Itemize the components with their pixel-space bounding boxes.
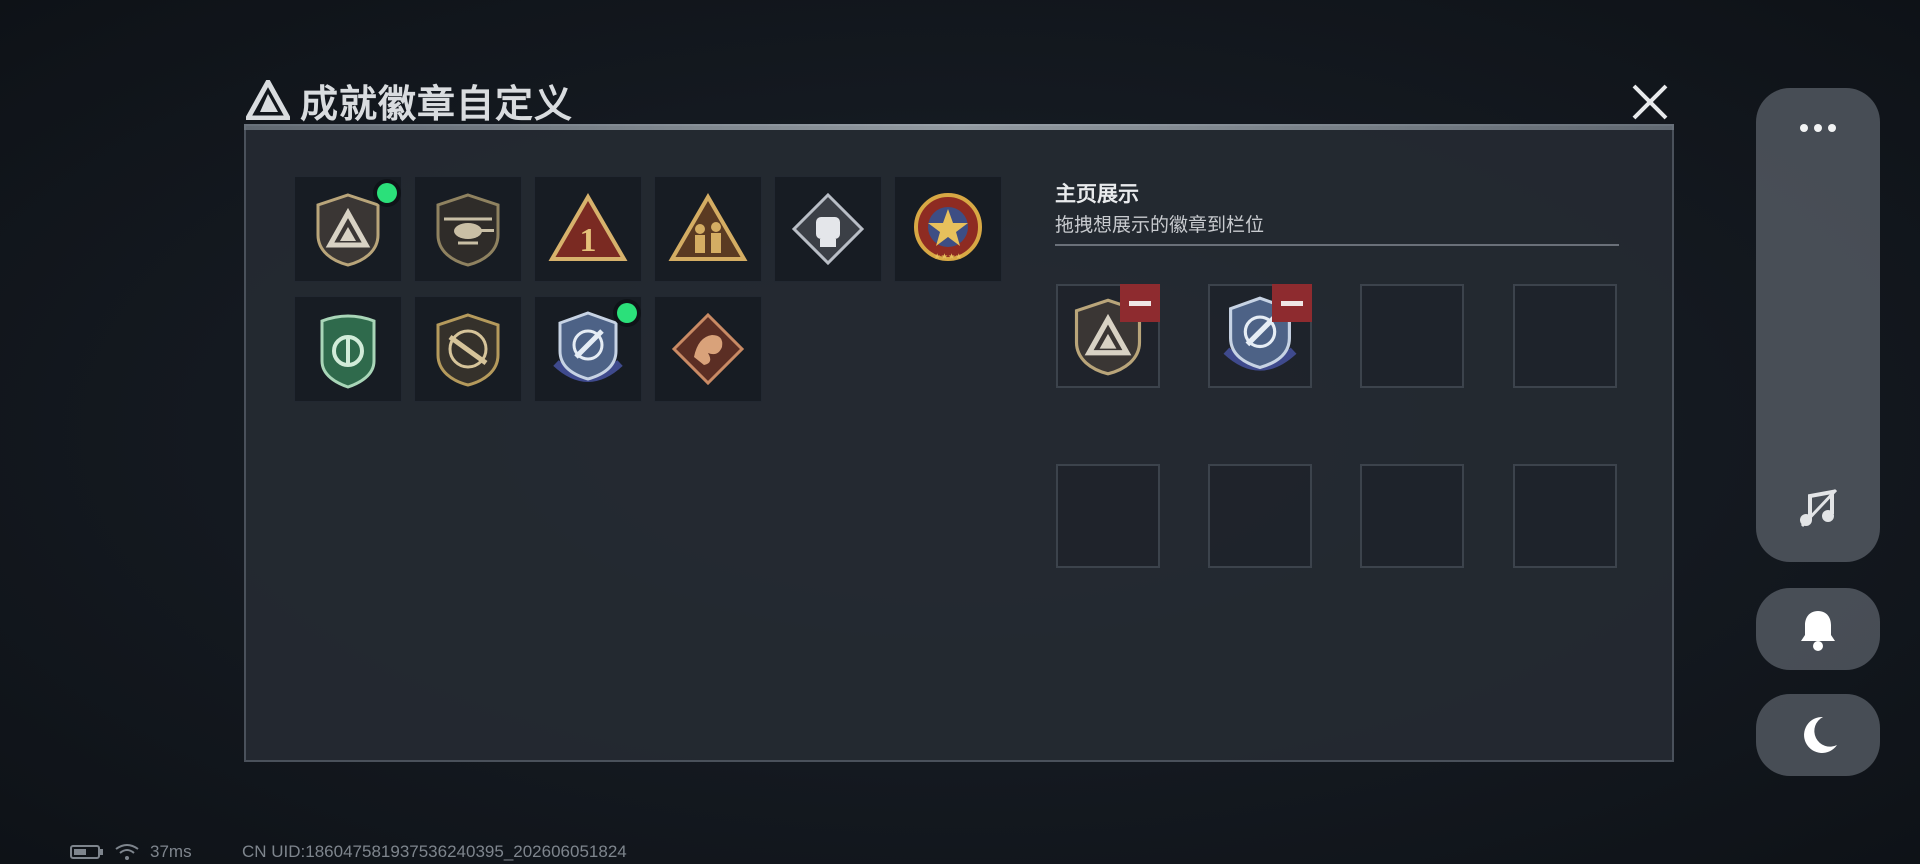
helicopter-badge-icon <box>436 193 500 267</box>
dragon-diamond-badge-icon <box>671 312 745 386</box>
display-slot-8[interactable] <box>1513 464 1617 568</box>
status-bar: 37ms CN UID:1860475819375362403​95_20260… <box>70 842 627 862</box>
music-off-icon[interactable] <box>1796 486 1840 530</box>
display-slot-5[interactable] <box>1056 464 1160 568</box>
badge-cell-9[interactable] <box>534 296 642 402</box>
homepage-divider <box>1055 244 1619 246</box>
display-slot-1[interactable] <box>1056 284 1160 388</box>
badge-cell-6[interactable]: ★★★★ <box>894 176 1002 282</box>
homepage-title: 主页展示 <box>1055 183 1139 206</box>
minus-icon <box>1281 300 1303 306</box>
badge-cell-1[interactable] <box>294 176 402 282</box>
wifi-icon <box>115 844 139 860</box>
homepage-subtitle: 拖拽想展示的徽章到栏位 <box>1055 215 1265 236</box>
triangle-shield-badge-icon <box>316 193 380 267</box>
close-icon[interactable] <box>1628 80 1672 124</box>
uid-text: CN UID:1860475819375362403​95_2026060518… <box>242 842 627 861</box>
minus-icon <box>1129 300 1151 306</box>
ping-text: 37ms <box>150 842 192 861</box>
display-slot-7[interactable] <box>1360 464 1464 568</box>
badge-cell-4[interactable] <box>654 176 762 282</box>
badge-cell-7[interactable] <box>294 296 402 402</box>
star-medal-badge-icon: ★★★★ <box>914 193 982 261</box>
remove-badge-button[interactable] <box>1272 284 1312 322</box>
svg-text:1: 1 <box>580 222 597 259</box>
badge-cell-10[interactable] <box>654 296 762 402</box>
crosshair-shield-badge-icon <box>553 311 623 382</box>
equipped-indicator <box>617 303 637 323</box>
equipped-indicator <box>377 183 397 203</box>
green-shield-badge-icon <box>320 314 376 389</box>
display-slot-4[interactable] <box>1513 284 1617 388</box>
display-slot-2[interactable] <box>1208 284 1312 388</box>
soldiers-triangle-badge-icon <box>668 193 748 261</box>
number-one-triangle-badge-icon: 1 <box>548 193 628 261</box>
panel-divider <box>244 124 1674 130</box>
title-text: 成就徽章自定义 <box>300 83 574 126</box>
notification-button[interactable] <box>1756 588 1880 670</box>
display-slot-3[interactable] <box>1360 284 1464 388</box>
badge-cell-3[interactable]: 1 <box>534 176 642 282</box>
svg-text:★★★★: ★★★★ <box>934 252 963 261</box>
remove-badge-button[interactable] <box>1120 284 1160 322</box>
moon-icon <box>1804 716 1837 753</box>
bell-icon <box>1801 611 1835 651</box>
battery-icon <box>70 845 103 859</box>
badge-cell-8[interactable] <box>414 296 522 402</box>
fist-diamond-badge-icon <box>791 192 865 266</box>
more-icon[interactable] <box>1796 120 1840 136</box>
badge-cell-5[interactable] <box>774 176 882 282</box>
triangle-logo-icon <box>246 80 290 120</box>
badge-cell-2[interactable] <box>414 176 522 282</box>
rifle-badge-icon <box>436 313 500 387</box>
night-mode-button[interactable] <box>1756 694 1880 776</box>
page-title: 成就徽章自定义 <box>246 74 573 126</box>
display-slot-6[interactable] <box>1208 464 1312 568</box>
